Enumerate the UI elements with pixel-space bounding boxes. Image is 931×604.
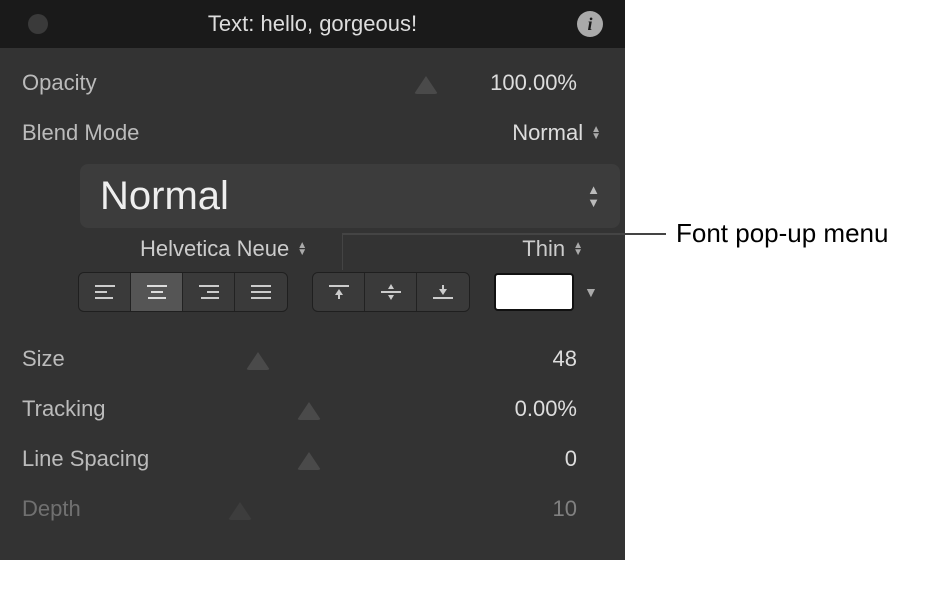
tracking-slider[interactable] xyxy=(202,398,457,420)
opacity-value[interactable]: 100.00% xyxy=(457,70,607,96)
font-row: Helvetica Neue ▲▼ Thin ▲▼ xyxy=(22,236,607,262)
valign-top-button[interactable] xyxy=(313,273,365,311)
align-center-icon xyxy=(145,283,169,301)
font-family-popup[interactable]: Helvetica Neue ▲▼ xyxy=(140,236,307,262)
size-slider[interactable] xyxy=(202,348,457,370)
tracking-label: Tracking xyxy=(22,396,202,422)
align-center-button[interactable] xyxy=(131,273,183,311)
align-justify-icon xyxy=(249,283,273,301)
opacity-row: Opacity 100.00% xyxy=(22,58,607,108)
alignment-row: ▼ xyxy=(78,272,607,312)
align-justify-button[interactable] xyxy=(235,273,287,311)
titlebar: Text: hello, gorgeous! i xyxy=(0,0,625,48)
depth-label: Depth xyxy=(22,496,202,522)
font-family-value: Helvetica Neue xyxy=(140,236,289,262)
chevron-down-icon[interactable]: ▼ xyxy=(584,284,598,300)
size-row: Size 48 xyxy=(22,334,607,384)
size-slider-thumb[interactable] xyxy=(246,352,270,370)
line-spacing-label: Line Spacing xyxy=(22,446,202,472)
line-spacing-row: Line Spacing 0 xyxy=(22,434,607,484)
valign-top-icon xyxy=(327,283,351,301)
opacity-label: Opacity xyxy=(22,70,202,96)
info-button[interactable]: i xyxy=(577,11,603,37)
callout-label: Font pop-up menu xyxy=(676,218,888,249)
depth-slider-thumb[interactable] xyxy=(228,502,252,520)
font-weight-value: Thin xyxy=(522,236,565,262)
tracking-row: Tracking 0.00% xyxy=(22,384,607,434)
valign-middle-icon xyxy=(379,283,403,301)
updown-icon: ▲▼ xyxy=(297,242,307,256)
updown-icon: ▲▼ xyxy=(591,126,601,140)
blend-mode-popup[interactable]: Normal ▲▼ xyxy=(481,120,607,146)
font-weight-popup[interactable]: Thin ▲▼ xyxy=(522,236,583,262)
opacity-slider[interactable] xyxy=(202,72,457,94)
horizontal-alignment-segmented xyxy=(78,272,288,312)
valign-bottom-button[interactable] xyxy=(417,273,469,311)
text-color-control: ▼ xyxy=(494,273,598,311)
depth-row: Depth 10 xyxy=(22,484,607,534)
valign-middle-button[interactable] xyxy=(365,273,417,311)
depth-value[interactable]: 10 xyxy=(457,496,607,522)
line-spacing-slider-thumb[interactable] xyxy=(297,452,321,470)
opacity-slider-thumb[interactable] xyxy=(414,76,438,94)
valign-bottom-icon xyxy=(431,283,455,301)
updown-icon: ▲▼ xyxy=(587,185,600,208)
tracking-value[interactable]: 0.00% xyxy=(457,396,607,422)
line-spacing-slider[interactable] xyxy=(202,448,457,470)
preset-value: Normal xyxy=(100,174,229,219)
color-swatch[interactable] xyxy=(494,273,574,311)
tracking-slider-thumb[interactable] xyxy=(297,402,321,420)
size-value[interactable]: 48 xyxy=(457,346,607,372)
size-label: Size xyxy=(22,346,202,372)
panel-title: Text: hello, gorgeous! xyxy=(0,11,625,37)
depth-slider[interactable] xyxy=(202,498,457,520)
blend-mode-value: Normal xyxy=(512,120,583,146)
text-inspector-panel: Text: hello, gorgeous! i Opacity 100.00%… xyxy=(0,0,625,560)
text-style-preset-popup[interactable]: Normal ▲▼ xyxy=(80,164,620,228)
align-right-button[interactable] xyxy=(183,273,235,311)
align-left-button[interactable] xyxy=(79,273,131,311)
updown-icon: ▲▼ xyxy=(573,242,583,256)
window-dot[interactable] xyxy=(28,14,48,34)
align-right-icon xyxy=(197,283,221,301)
line-spacing-value[interactable]: 0 xyxy=(457,446,607,472)
blend-mode-label: Blend Mode xyxy=(22,120,202,146)
vertical-alignment-segmented xyxy=(312,272,470,312)
align-left-icon xyxy=(93,283,117,301)
blend-mode-row: Blend Mode Normal ▲▼ xyxy=(22,108,607,158)
